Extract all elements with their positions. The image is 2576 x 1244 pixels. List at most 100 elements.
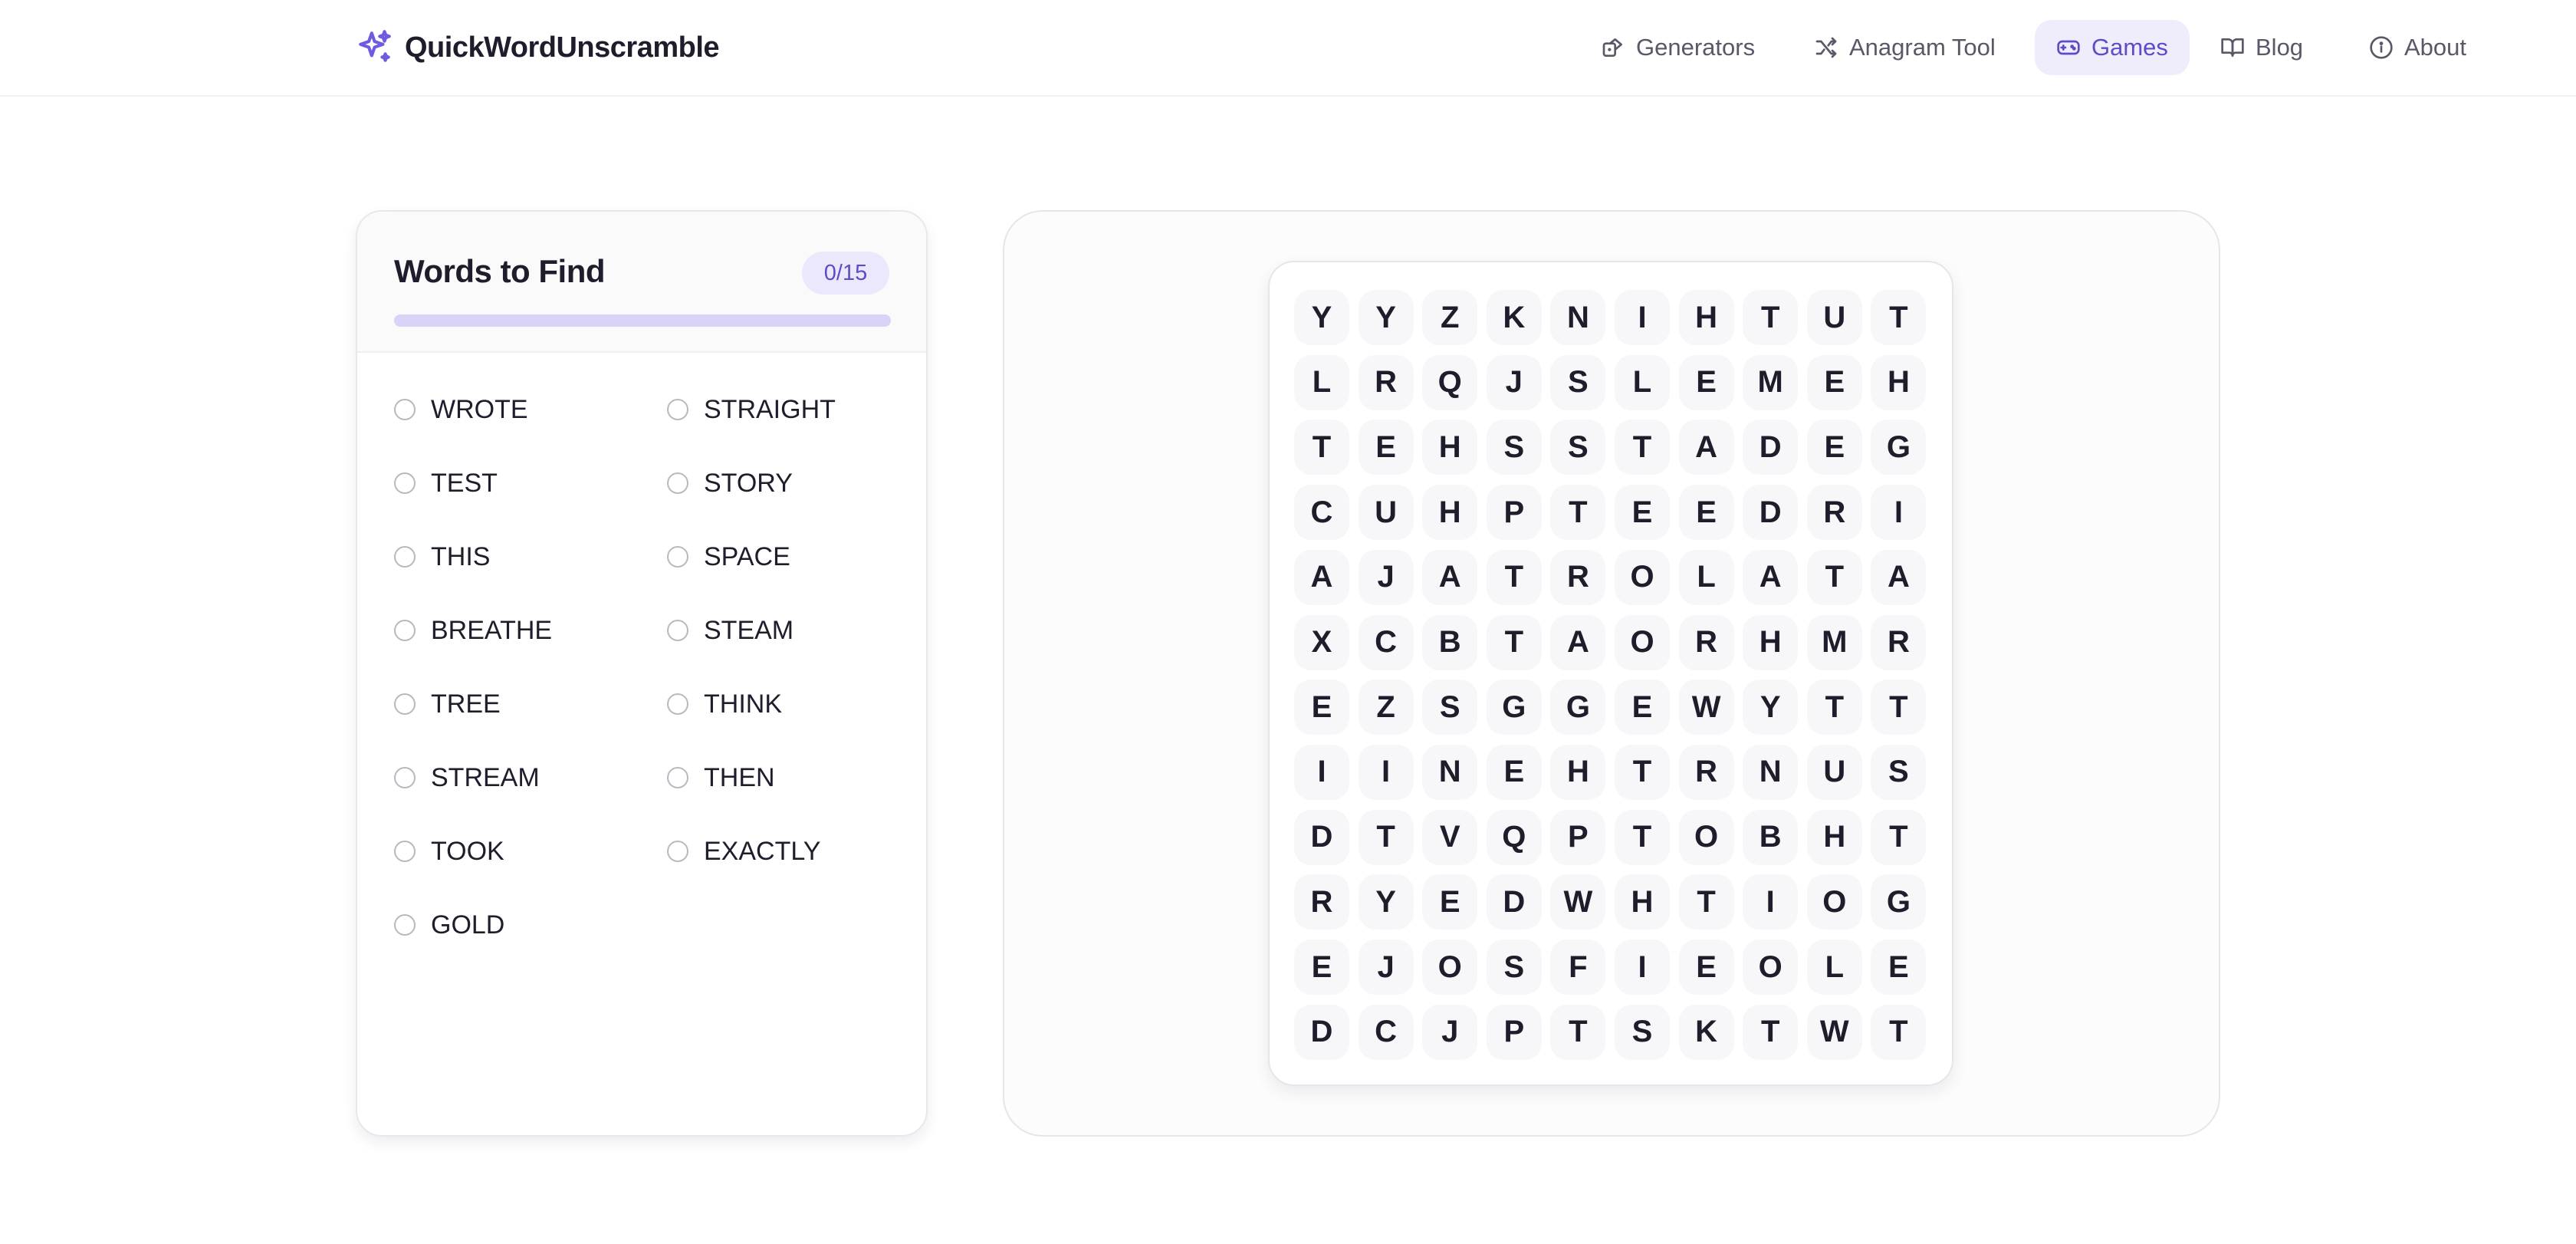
letter-cell[interactable]: N xyxy=(1550,290,1606,345)
letter-cell[interactable]: E xyxy=(1678,940,1734,995)
letter-cell[interactable]: S xyxy=(1486,420,1542,476)
letter-cell[interactable]: C xyxy=(1358,614,1414,670)
letter-cell[interactable]: Y xyxy=(1294,290,1349,345)
letter-cell[interactable]: R xyxy=(1358,354,1414,410)
letter-cell[interactable]: R xyxy=(1871,614,1927,670)
letter-cell[interactable]: T xyxy=(1486,614,1542,670)
letter-cell[interactable]: E xyxy=(1294,680,1349,736)
letter-cell[interactable]: L xyxy=(1294,354,1349,410)
letter-cell[interactable]: E xyxy=(1806,420,1862,476)
letter-cell[interactable]: B xyxy=(1422,614,1478,670)
letter-cell[interactable]: Z xyxy=(1358,680,1414,736)
letter-cell[interactable]: T xyxy=(1871,809,1927,865)
letter-cell[interactable]: T xyxy=(1743,290,1799,345)
letter-cell[interactable]: H xyxy=(1615,874,1670,930)
letter-cell[interactable]: H xyxy=(1422,420,1478,476)
letter-cell[interactable]: A xyxy=(1422,549,1478,605)
letter-cell[interactable]: O xyxy=(1678,809,1734,865)
letter-cell[interactable]: C xyxy=(1358,1004,1414,1060)
letter-cell[interactable]: I xyxy=(1615,290,1670,345)
letter-cell[interactable]: O xyxy=(1422,940,1478,995)
letter-cell[interactable]: L xyxy=(1615,354,1670,410)
letter-cell[interactable]: T xyxy=(1550,485,1606,541)
letter-cell[interactable]: A xyxy=(1678,420,1734,476)
letter-cell[interactable]: B xyxy=(1743,809,1799,865)
letter-cell[interactable]: C xyxy=(1294,485,1349,541)
letter-cell[interactable]: E xyxy=(1678,485,1734,541)
letter-cell[interactable]: O xyxy=(1615,549,1670,605)
letter-cell[interactable]: T xyxy=(1358,809,1414,865)
letter-cell[interactable]: T xyxy=(1550,1004,1606,1060)
letter-cell[interactable]: G xyxy=(1871,874,1927,930)
letter-cell[interactable]: U xyxy=(1358,485,1414,541)
letter-cell[interactable]: E xyxy=(1615,485,1670,541)
letter-cell[interactable]: S xyxy=(1422,680,1478,736)
letter-cell[interactable]: I xyxy=(1294,744,1349,800)
letter-cell[interactable]: T xyxy=(1806,549,1862,605)
letter-cell[interactable]: Y xyxy=(1743,680,1799,736)
letter-cell[interactable]: D xyxy=(1486,874,1542,930)
letter-cell[interactable]: T xyxy=(1615,809,1670,865)
letter-cell[interactable]: T xyxy=(1486,549,1542,605)
letter-cell[interactable]: O xyxy=(1743,940,1799,995)
letter-cell[interactable]: V xyxy=(1422,809,1478,865)
letter-cell[interactable]: S xyxy=(1615,1004,1670,1060)
letter-cell[interactable]: R xyxy=(1294,874,1349,930)
nav-generators[interactable]: Generators xyxy=(1579,20,1776,75)
letter-cell[interactable]: E xyxy=(1358,420,1414,476)
letter-cell[interactable]: O xyxy=(1615,614,1670,670)
letter-cell[interactable]: R xyxy=(1550,549,1606,605)
letter-cell[interactable]: K xyxy=(1678,1004,1734,1060)
nav-games[interactable]: Games xyxy=(2035,20,2190,75)
nav-anagram-tool[interactable]: Anagram Tool xyxy=(1792,20,2017,75)
letter-cell[interactable]: G xyxy=(1486,680,1542,736)
letter-cell[interactable]: E xyxy=(1422,874,1478,930)
letter-cell[interactable]: W xyxy=(1678,680,1734,736)
letter-cell[interactable]: T xyxy=(1743,1004,1799,1060)
nav-blog[interactable]: Blog xyxy=(2199,20,2325,75)
letter-cell[interactable]: T xyxy=(1615,744,1670,800)
letter-cell[interactable]: R xyxy=(1806,485,1862,541)
letter-cell[interactable]: A xyxy=(1294,549,1349,605)
letter-cell[interactable]: P xyxy=(1486,1004,1542,1060)
letter-cell[interactable]: O xyxy=(1806,874,1862,930)
letter-cell[interactable]: J xyxy=(1422,1004,1478,1060)
letter-cell[interactable]: P xyxy=(1486,485,1542,541)
letter-cell[interactable]: K xyxy=(1486,290,1542,345)
letter-cell[interactable]: X xyxy=(1294,614,1349,670)
letter-cell[interactable]: D xyxy=(1294,809,1349,865)
letter-cell[interactable]: H xyxy=(1743,614,1799,670)
letter-cell[interactable]: S xyxy=(1871,744,1927,800)
letter-cell[interactable]: Q xyxy=(1422,354,1478,410)
letter-cell[interactable]: E xyxy=(1871,940,1927,995)
letter-cell[interactable]: R xyxy=(1678,614,1734,670)
letter-cell[interactable]: N xyxy=(1743,744,1799,800)
letter-cell[interactable]: R xyxy=(1678,744,1734,800)
nav-about[interactable]: About xyxy=(2348,20,2488,75)
letter-cell[interactable]: I xyxy=(1743,874,1799,930)
letter-cell[interactable]: E xyxy=(1678,354,1734,410)
letter-cell[interactable]: H xyxy=(1550,744,1606,800)
site-logo[interactable]: QuickWordUnscramble xyxy=(356,26,720,69)
letter-cell[interactable]: E xyxy=(1806,354,1862,410)
letter-cell[interactable]: T xyxy=(1871,1004,1927,1060)
letter-cell[interactable]: A xyxy=(1550,614,1606,670)
letter-cell[interactable]: N xyxy=(1422,744,1478,800)
letter-cell[interactable]: T xyxy=(1871,680,1927,736)
letter-cell[interactable]: H xyxy=(1678,290,1734,345)
letter-cell[interactable]: J xyxy=(1358,549,1414,605)
letter-cell[interactable]: A xyxy=(1871,549,1927,605)
letter-cell[interactable]: J xyxy=(1486,354,1542,410)
letter-cell[interactable]: D xyxy=(1743,420,1799,476)
letter-cell[interactable]: T xyxy=(1294,420,1349,476)
letter-cell[interactable]: I xyxy=(1871,485,1927,541)
letter-cell[interactable]: E xyxy=(1294,940,1349,995)
letter-cell[interactable]: Y xyxy=(1358,874,1414,930)
letter-cell[interactable]: A xyxy=(1743,549,1799,605)
letter-cell[interactable]: F xyxy=(1550,940,1606,995)
letter-cell[interactable]: U xyxy=(1806,290,1862,345)
letter-cell[interactable]: M xyxy=(1806,614,1862,670)
letter-cell[interactable]: W xyxy=(1806,1004,1862,1060)
letter-cell[interactable]: E xyxy=(1615,680,1670,736)
letter-cell[interactable]: T xyxy=(1678,874,1734,930)
